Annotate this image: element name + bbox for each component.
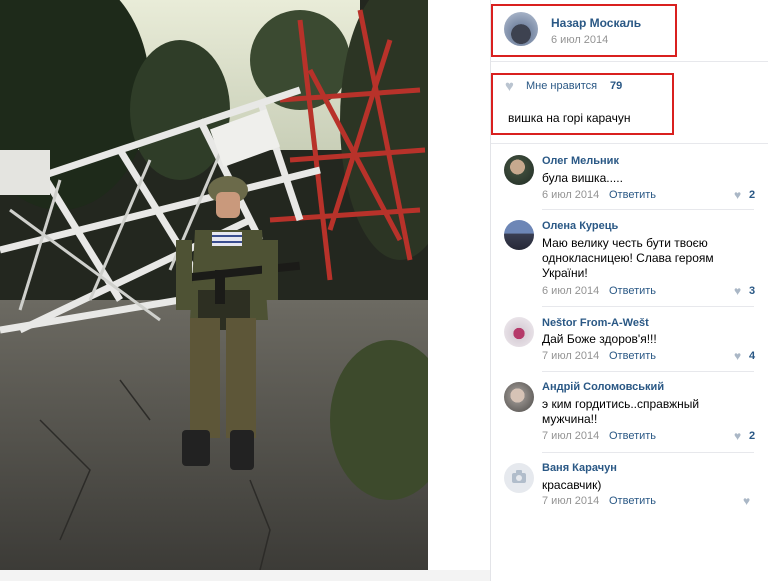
reply-button[interactable]: Ответить — [609, 350, 656, 362]
reply-button[interactable]: Ответить — [609, 430, 656, 442]
comment-like-count[interactable]: 4 — [749, 350, 755, 362]
comment-like-count[interactable]: 2 — [749, 189, 755, 201]
commenter-avatar[interactable] — [504, 463, 534, 493]
comment-date[interactable]: 6 июл 2014 — [542, 189, 599, 201]
commenter-name[interactable]: Ваня Карачун — [542, 462, 617, 474]
commenter-name[interactable]: Олена Курець — [542, 220, 618, 232]
heart-icon[interactable]: ♥ — [734, 188, 741, 202]
bottom-bar — [0, 570, 490, 581]
post-photo[interactable] — [0, 0, 428, 570]
post-sidebar: Назар Москаль 6 июл 2014 ♥ Мне нравится … — [490, 0, 768, 581]
comment-like-count[interactable]: 3 — [749, 285, 755, 297]
comment-date[interactable]: 6 июл 2014 — [542, 285, 599, 297]
post-header: Назар Москаль 6 июл 2014 — [491, 0, 768, 62]
comment-divider — [542, 452, 754, 453]
commenter-avatar[interactable] — [504, 382, 534, 412]
comment-divider — [542, 306, 754, 307]
comment-text: була вишка..... — [542, 171, 623, 185]
reply-button[interactable]: Ответить — [609, 495, 656, 507]
comment-like-count[interactable]: 2 — [749, 430, 755, 442]
comment-text: красавчик) — [542, 478, 602, 492]
commenter-name[interactable]: Neštor From-A-Wešt — [542, 317, 649, 329]
heart-icon[interactable]: ♥ — [734, 349, 741, 363]
comment-text: Дай Боже здоров'я!!! — [542, 332, 657, 346]
comment-divider — [542, 371, 754, 372]
comment-date[interactable]: 7 июл 2014 — [542, 495, 599, 507]
heart-icon[interactable]: ♥ — [734, 429, 741, 443]
commenter-avatar[interactable] — [504, 220, 534, 250]
camera-icon — [512, 470, 526, 483]
heart-icon[interactable]: ♥ — [743, 494, 750, 508]
comment-divider — [542, 209, 754, 210]
post-likes-section: ♥ Мне нравится 79 вишка на горі карачун — [491, 62, 768, 144]
photo-margin — [428, 0, 490, 570]
reply-button[interactable]: Ответить — [609, 189, 656, 201]
commenter-avatar[interactable] — [504, 317, 534, 347]
heart-icon[interactable]: ♥ — [734, 284, 741, 298]
commenter-name[interactable]: Андрій Соломовський — [542, 381, 664, 393]
comment-text: э ким гордитись..справжный мужчина!! — [542, 397, 700, 426]
reply-button[interactable]: Ответить — [609, 285, 656, 297]
commenter-avatar[interactable] — [504, 155, 534, 185]
comment-text: Маю велику честь бути твоєю однокласнице… — [542, 236, 714, 280]
commenter-name[interactable]: Олег Мельник — [542, 155, 619, 167]
highlight-box-author — [491, 4, 677, 57]
photo-image — [0, 0, 428, 570]
comment-date[interactable]: 7 июл 2014 — [542, 430, 599, 442]
highlight-box-caption — [491, 73, 674, 135]
comment-date[interactable]: 7 июл 2014 — [542, 350, 599, 362]
